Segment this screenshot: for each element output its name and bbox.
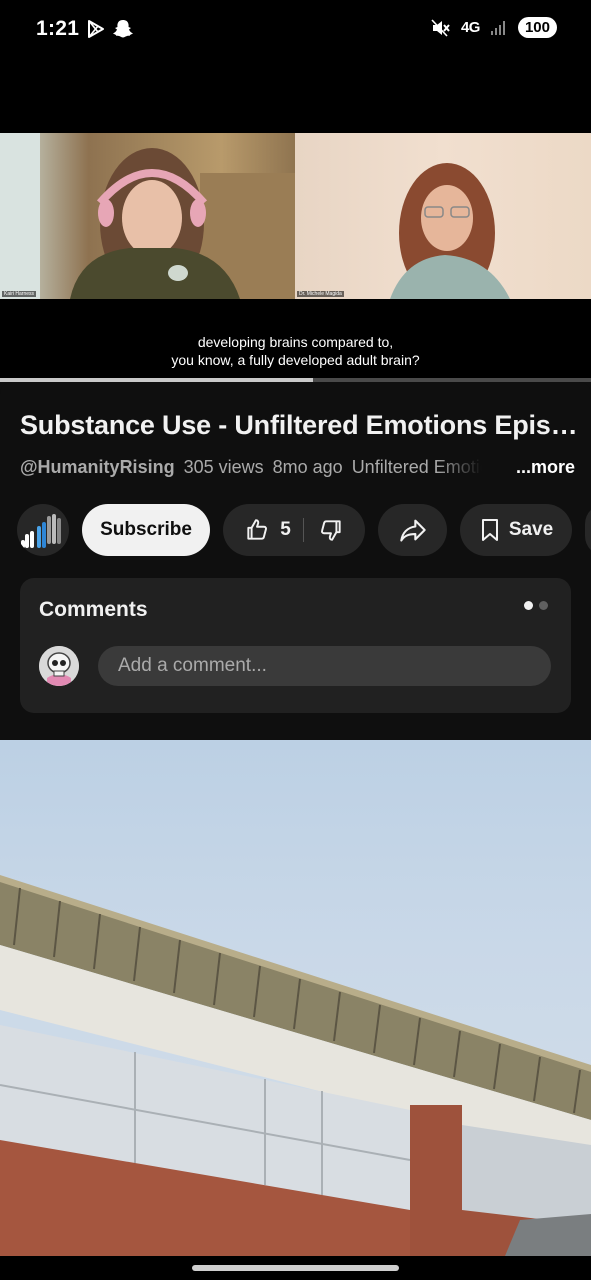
like-dislike-group: 5	[223, 504, 365, 556]
status-time: 1:21	[36, 17, 80, 40]
video-meta-row[interactable]: @HumanityRising 305 views 8mo ago Unfilt…	[20, 457, 575, 481]
bookmark-icon	[481, 519, 498, 541]
video-title[interactable]: Substance Use - Unfiltered Emotions Epis…	[20, 410, 580, 441]
video-player[interactable]: Kairi Harness Dr. Michele Magida develop…	[0, 50, 591, 382]
play-store-icon	[88, 20, 104, 38]
signal-icon	[490, 20, 505, 35]
comments-page-dots	[524, 601, 548, 610]
upload-age: 8mo ago	[272, 457, 343, 477]
hand-logo-icon	[21, 514, 61, 548]
building-image	[0, 875, 591, 1256]
thumbs-up-icon[interactable]	[244, 517, 270, 543]
more-link[interactable]: ...more	[509, 457, 575, 478]
snapchat-icon	[113, 20, 133, 38]
navigation-bar	[0, 1256, 591, 1280]
page-dot-active	[524, 601, 533, 610]
share-button[interactable]	[378, 504, 447, 556]
participant-name-left: Kairi Harness	[2, 291, 37, 297]
view-count: 305 views	[183, 457, 264, 477]
subscribe-button[interactable]: Subscribe	[82, 504, 210, 556]
like-count: 5	[280, 519, 291, 540]
like-divider	[302, 518, 304, 542]
channel-avatar[interactable]	[17, 504, 69, 556]
playlist-name: Unfiltered Emotions	[351, 457, 482, 477]
video-frame[interactable]: Kairi Harness Dr. Michele Magida	[0, 133, 591, 299]
caption-line-2: you know, a fully developed adult brain?	[171, 352, 420, 368]
channel-handle[interactable]: @HumanityRising	[20, 457, 175, 481]
comment-input[interactable]: Add a comment...	[98, 646, 551, 686]
thumbs-down-icon[interactable]	[318, 517, 344, 543]
participant-left-figure	[0, 133, 295, 299]
save-label: Save	[508, 519, 554, 540]
page-dot	[539, 601, 548, 610]
participant-pane-left: Kairi Harness	[0, 133, 295, 299]
participant-pane-right: Dr. Michele Magida	[295, 133, 591, 299]
mute-icon	[431, 18, 450, 37]
status-left-icons	[86, 19, 134, 39]
comments-title: Comments	[39, 598, 148, 621]
participant-name-right: Dr. Michele Magida	[297, 291, 344, 297]
battery-indicator: 100	[517, 17, 557, 38]
next-video-thumbnail[interactable]	[0, 740, 591, 1256]
video-info: Substance Use - Unfiltered Emotions Epis…	[0, 382, 591, 740]
save-button[interactable]: Save	[460, 504, 572, 556]
more-actions-button[interactable]	[585, 504, 591, 556]
comments-card[interactable]: Comments Add a comment...	[20, 578, 571, 713]
caption-line-1: developing brains compared to,	[197, 334, 394, 350]
participant-right-figure	[390, 163, 510, 299]
network-label: 4G	[460, 19, 481, 36]
status-right: 4G 100	[431, 17, 557, 38]
skull-avatar-icon	[39, 646, 79, 686]
video-captions: developing brains compared to, you know,…	[0, 333, 591, 369]
status-bar: 1:21 4G 100	[0, 0, 591, 50]
home-indicator[interactable]	[192, 1265, 399, 1271]
user-avatar	[39, 646, 79, 686]
share-icon	[399, 519, 426, 542]
action-bar: Subscribe 5 Save	[17, 503, 591, 557]
